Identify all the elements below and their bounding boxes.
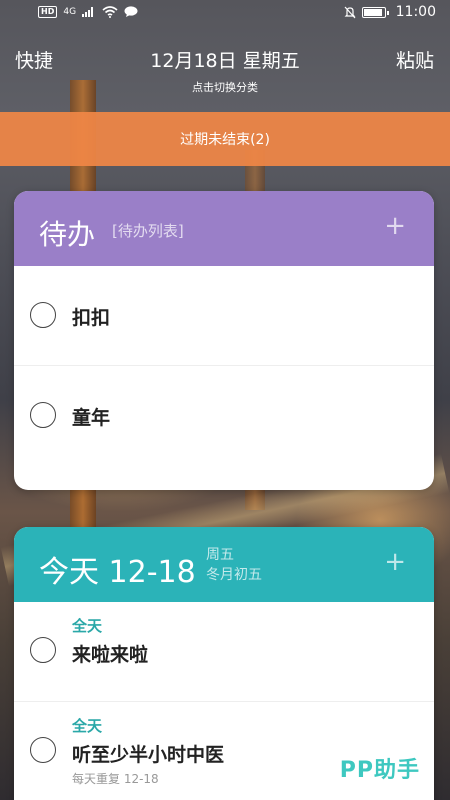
today-add-button[interactable]: + [384,549,406,575]
header-date: 12月18日 星期五 [150,50,300,72]
network-indicator: 4G [63,7,76,17]
all-day-label: 全天 [72,717,103,735]
date-switcher[interactable]: 12月18日 星期五 点击切换分类 [0,46,450,95]
signal-icon [82,7,94,17]
header-subtitle: 点击切换分类 [192,81,258,94]
battery-icon [361,6,389,18]
list-item[interactable]: 扣扣 [14,266,434,366]
item-title: 童年 [72,407,111,429]
checkbox-circle-icon[interactable] [30,637,56,663]
all-day-label: 全天 [72,617,103,635]
status-bar: HD 4G 11:00 [0,0,450,24]
lunar-date: 冬月初五 [206,567,262,583]
todo-list-tag[interactable]: [待办列表] [112,220,184,241]
network-label: 4G [63,7,77,17]
list-item[interactable]: 童年 [14,366,434,466]
checkbox-circle-icon[interactable] [30,302,56,328]
item-title: 扣扣 [72,307,111,329]
battery-level [363,8,382,16]
checkbox-circle-icon[interactable] [30,737,56,763]
item-title: 来啦来啦 [72,644,149,666]
list-item[interactable]: 全天 听至少半小时中医 每天重复 12-18 [14,702,434,800]
status-right: 11:00 [344,4,436,20]
today-card-title: 今天 12-18 [39,555,196,590]
list-item[interactable]: 全天 来啦来啦 [14,602,434,702]
todo-card-title: 待办 [39,218,96,251]
watermark-logo: PP助手 [339,758,420,783]
today-meta: 周五 冬月初五 [206,545,262,585]
mute-icon [344,6,356,18]
todo-card: 待办 [待办列表] + 扣扣 童年 [14,191,434,490]
item-title: 听至少半小时中医 [72,744,225,766]
today-card-header: 今天 12-18 周五 冬月初五 + [14,527,434,602]
overdue-banner[interactable]: 过期未结束(2) [0,112,450,166]
repeat-info: 每天重复 12-18 [72,772,159,786]
weekday-label: 周五 [206,547,234,563]
status-left: HD 4G [38,6,138,18]
todo-card-header: 待办 [待办列表] + [14,191,434,266]
clock: 11:00 [395,4,436,20]
wifi-icon [102,6,118,18]
message-icon [124,6,138,17]
overdue-text: 过期未结束(2) [180,132,270,148]
app-header: 快捷 12月18日 星期五 点击切换分类 粘贴 [0,40,450,100]
hd-badge: HD [38,6,58,18]
checkbox-circle-icon[interactable] [30,402,56,428]
paste-button[interactable]: 粘贴 [396,46,434,73]
todo-add-button[interactable]: + [384,213,406,239]
